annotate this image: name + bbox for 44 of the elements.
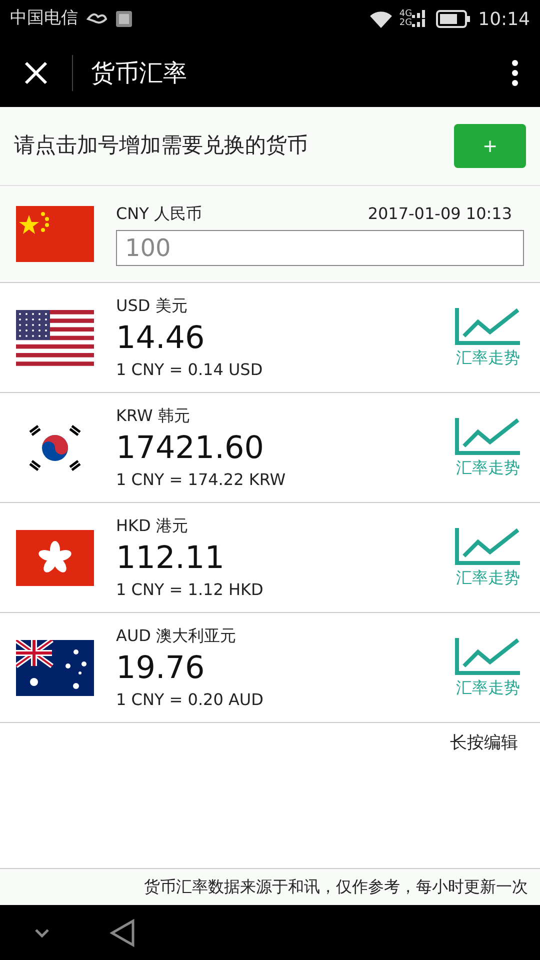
chevron-down-icon[interactable] (34, 928, 50, 938)
line-chart-icon (454, 636, 522, 676)
page-title: 货币汇率 (91, 58, 188, 88)
trend-button[interactable]: 汇率走势 (454, 636, 522, 700)
close-icon (24, 60, 48, 84)
add-button[interactable]: + (454, 124, 526, 168)
flag-icon (16, 640, 94, 696)
update-time: 2017-01-09 10:13 (368, 203, 512, 225)
flag-icon (16, 530, 94, 586)
network-label: 4G (399, 10, 412, 19)
converted-amount: 17421.60 (116, 428, 265, 468)
currency-label: CNY 人民币 (116, 203, 202, 225)
exchange-rate: 1 CNY = 0.14 USD (116, 358, 264, 380)
currency-label: KRW 韩元 (116, 404, 191, 426)
carrier-name: 中国电信 (10, 7, 78, 30)
exchange-rate: 1 CNY = 1.12 HKD (116, 578, 264, 600)
signal-icon (412, 9, 426, 29)
trend-button[interactable]: 汇率走势 (454, 416, 522, 480)
line-chart-icon (454, 526, 522, 566)
battery-icon (436, 10, 470, 28)
network-label: 2G (399, 19, 412, 28)
line-chart-icon (454, 306, 522, 346)
line-chart-icon (454, 416, 522, 456)
converted-amount: 19.76 (116, 648, 206, 688)
flag-icon (16, 310, 94, 366)
flag-icon (16, 206, 94, 262)
currency-label: HKD 港元 (116, 514, 189, 536)
edit-hint: 长按编辑 (450, 732, 518, 755)
more-icon (511, 58, 519, 86)
currency-label: USD 美元 (116, 294, 188, 316)
wifi-icon (369, 10, 394, 28)
exchange-rate: 1 CNY = 0.20 AUD (116, 688, 264, 710)
amount-field[interactable]: 100 (116, 230, 524, 266)
footer-note: 货币汇率数据来源于和讯，仅作参考，每小时更新一次 (144, 876, 528, 898)
currency-label: AUD 澳大利亚元 (116, 624, 238, 646)
converted-amount: 14.46 (116, 318, 206, 358)
trend-button[interactable]: 汇率走势 (454, 306, 522, 370)
exchange-rate: 1 CNY = 174.22 KRW (116, 468, 287, 490)
back-icon[interactable] (110, 918, 136, 946)
converted-amount: 112.11 (116, 538, 226, 578)
prompt-text: 请点击加号增加需要兑换的货币 (14, 132, 309, 160)
image-icon (116, 11, 132, 27)
clock-time: 10:14 (478, 8, 530, 32)
trend-button[interactable]: 汇率走势 (454, 526, 522, 590)
